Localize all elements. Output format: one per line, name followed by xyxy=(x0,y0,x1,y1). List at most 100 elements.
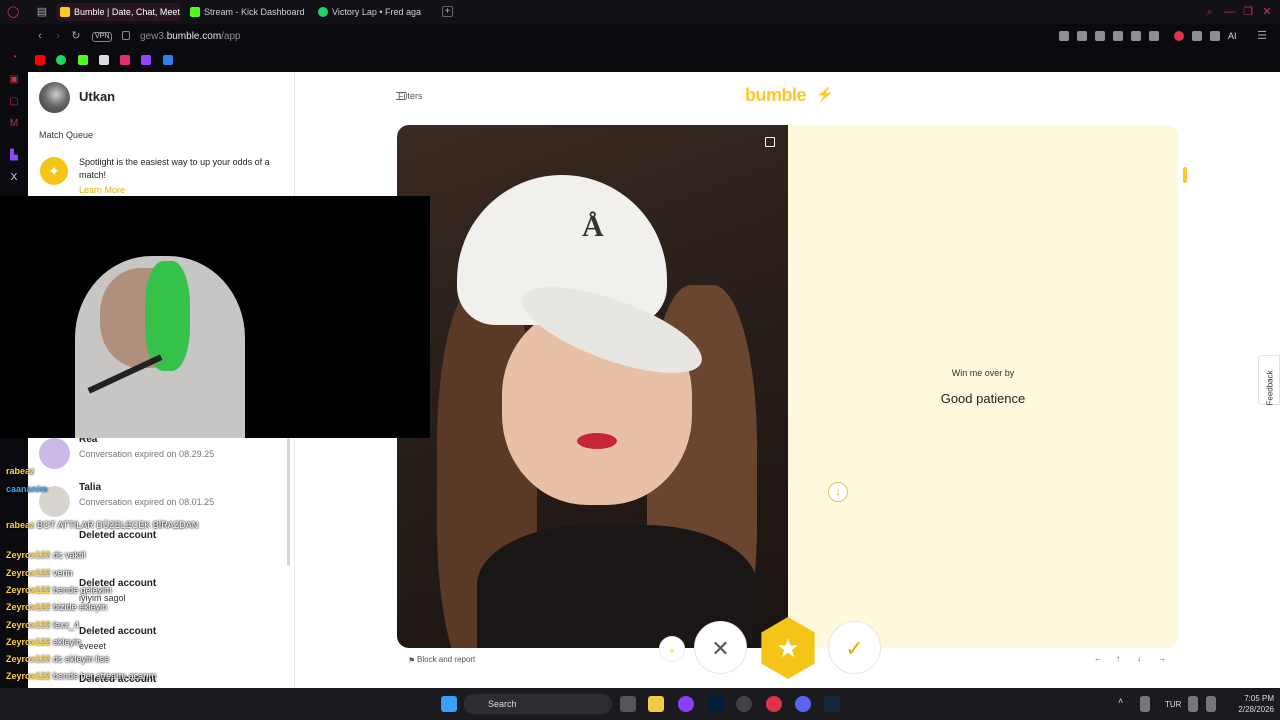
prompt-answer: Good patience xyxy=(940,391,1026,406)
back-icon[interactable]: ‹ xyxy=(34,30,46,42)
sidebar-messenger-icon[interactable]: ▢ xyxy=(8,96,20,108)
pin-icon[interactable] xyxy=(1059,31,1069,41)
photoshop-icon[interactable] xyxy=(707,696,723,712)
kick-favicon-icon xyxy=(190,7,200,17)
kick-icon[interactable] xyxy=(78,55,88,65)
headset xyxy=(145,261,190,371)
maximize-icon[interactable]: ❐ xyxy=(1242,6,1254,18)
share-icon[interactable] xyxy=(1131,31,1141,41)
cap-logo: Å xyxy=(582,210,604,243)
avatar xyxy=(39,438,70,469)
taskbar-search[interactable]: Search xyxy=(464,694,612,714)
expand-icon[interactable] xyxy=(765,137,775,147)
lock-icon[interactable] xyxy=(122,31,130,40)
profile-info-panel: Win me over by Good patience ↓ xyxy=(788,125,1178,648)
filters-button[interactable]: Filters xyxy=(398,91,423,101)
ai-button[interactable]: AI xyxy=(1228,31,1237,41)
language-indicator[interactable]: TUR xyxy=(1165,700,1181,709)
block-report-link[interactable]: Block and report xyxy=(417,655,475,664)
scroll-indicator xyxy=(1183,167,1187,183)
scroll-down-icon[interactable]: ↓ xyxy=(828,482,848,502)
like-button[interactable]: ✓ xyxy=(828,621,881,674)
pass-button[interactable]: ✕ xyxy=(694,621,747,674)
match-queue-heading: Match Queue xyxy=(39,130,94,140)
menu-icon[interactable]: ☰ xyxy=(1256,30,1268,42)
volume-icon[interactable] xyxy=(1206,696,1216,712)
forward-icon[interactable]: › xyxy=(52,30,64,42)
file-explorer-icon[interactable] xyxy=(648,696,664,712)
key-down-hint: ↓ xyxy=(1137,654,1141,663)
key-right-hint: → xyxy=(1158,654,1166,663)
list-item[interactable]: Talia Conversation expired on 08.01.25 xyxy=(28,482,290,530)
browser-tab-bar: ◯ ▤ Bumble | Date, Chat, Meet Stream - K… xyxy=(0,0,1280,24)
app-icon[interactable] xyxy=(678,696,694,712)
clock-time[interactable]: 7:05 PM xyxy=(1226,694,1274,703)
url-field[interactable]: gew3.bumble.com/app xyxy=(140,31,241,42)
heart-icon[interactable] xyxy=(1149,31,1159,41)
tab-bumble[interactable]: Bumble | Date, Chat, Meet xyxy=(56,3,180,21)
obs-icon[interactable] xyxy=(736,696,752,712)
list-item[interactable]: Deleted account iyiyim sagol xyxy=(28,578,290,626)
profile-photo[interactable]: Å xyxy=(397,125,788,648)
sidebar-aria-icon[interactable]: ◔ xyxy=(8,52,20,64)
bumble-favicon-icon xyxy=(60,7,70,17)
minimize-icon[interactable]: — xyxy=(1224,6,1236,18)
spotlight-icon[interactable]: ✦ xyxy=(40,157,68,185)
tab-overview-icon[interactable]: ▤ xyxy=(36,6,48,18)
x-icon[interactable] xyxy=(99,55,109,65)
microphone-icon[interactable] xyxy=(1140,696,1150,712)
bookmark-icon[interactable] xyxy=(163,55,173,65)
extensions-icon[interactable] xyxy=(1192,31,1202,41)
spotify-icon[interactable] xyxy=(56,55,66,65)
key-up-hint: ↑ xyxy=(1116,654,1120,663)
shield-icon[interactable] xyxy=(1095,31,1105,41)
list-item[interactable]: Deleted account xyxy=(28,674,290,688)
avatar xyxy=(39,486,70,517)
feedback-tab[interactable]: Feedback xyxy=(1258,355,1280,406)
list-item[interactable]: Rea Conversation expired on 08.29.25 xyxy=(28,434,290,482)
sidebar-mail-icon[interactable]: M xyxy=(8,118,20,130)
close-icon[interactable]: ✕ xyxy=(1261,6,1273,18)
taskbar: Search ˄ TUR 7:05 PM 2/28/2026 xyxy=(0,688,1280,720)
photo-lips xyxy=(577,433,617,449)
translate-icon[interactable] xyxy=(1113,31,1123,41)
list-item[interactable]: Deleted account eveeet xyxy=(28,626,290,674)
instagram-icon[interactable] xyxy=(120,55,130,65)
rewind-button[interactable]: « xyxy=(659,636,685,662)
sidebar-x-icon[interactable]: X xyxy=(8,172,20,184)
profile-icon[interactable] xyxy=(1210,31,1220,41)
clock-date[interactable]: 2/28/2026 xyxy=(1226,705,1274,714)
avatar[interactable] xyxy=(39,82,70,113)
bookmarks-bar xyxy=(28,48,1280,72)
bumble-logo: bumble xyxy=(745,85,807,105)
spotlight-text: Spotlight is the easiest way to up your … xyxy=(79,157,270,180)
learn-more-link[interactable]: Learn More xyxy=(79,185,125,195)
tab-spotify[interactable]: Victory Lap • Fred aga xyxy=(314,3,434,21)
youtube-icon[interactable] xyxy=(35,55,45,65)
new-tab-button[interactable]: + xyxy=(442,6,453,17)
user-name[interactable]: Utkan xyxy=(79,89,115,104)
opera-logo-icon[interactable]: ◯ xyxy=(7,6,19,18)
steam-icon[interactable] xyxy=(824,696,840,712)
sidebar-wallet-icon[interactable]: ▣ xyxy=(8,74,20,86)
adblock-icon[interactable] xyxy=(1174,31,1184,41)
key-left-hint: ← xyxy=(1094,654,1102,663)
discord-icon[interactable] xyxy=(795,696,811,712)
webcam-overlay xyxy=(0,196,430,438)
scrollbar[interactable] xyxy=(287,436,290,566)
reload-icon[interactable]: ↻ xyxy=(70,30,82,42)
network-icon[interactable] xyxy=(1188,696,1198,712)
list-item[interactable]: Deleted account xyxy=(28,530,290,578)
windows-start-icon[interactable] xyxy=(441,696,457,712)
task-view-icon[interactable] xyxy=(620,696,636,712)
search-tabs-icon[interactable]: ⌕ xyxy=(1204,6,1216,18)
tab-kick-dashboard[interactable]: Stream - Kick Dashboard xyxy=(186,3,310,21)
opera-taskbar-icon[interactable] xyxy=(766,696,782,712)
sidebar-twitch-icon[interactable]: ▙ xyxy=(8,150,20,162)
vpn-badge[interactable]: VPN xyxy=(92,32,113,42)
flag-icon[interactable]: ⚑ xyxy=(408,656,415,665)
tray-chevron-icon[interactable]: ˄ xyxy=(1118,696,1128,712)
twitch-icon[interactable] xyxy=(141,55,151,65)
screenshot-icon[interactable] xyxy=(1077,31,1087,41)
address-bar: ‹ › ↻ VPN gew3.bumble.com/app AI ☰ xyxy=(28,24,1280,48)
